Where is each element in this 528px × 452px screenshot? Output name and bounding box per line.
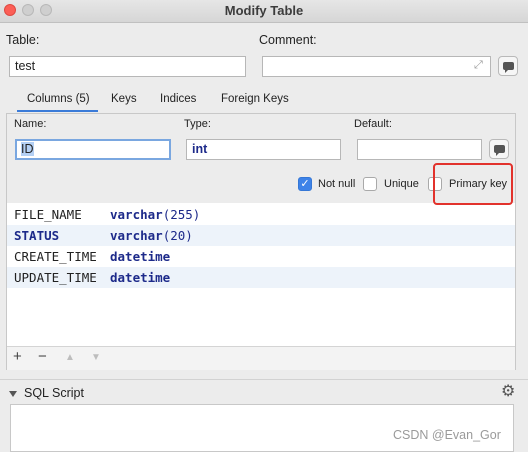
column-name: STATUS [14, 228, 60, 243]
unique-label: Unique [384, 178, 419, 190]
table-row[interactable]: CREATE_TIME datetime [7, 246, 515, 267]
column-name-input[interactable]: ID [15, 139, 171, 160]
column-type: varchar(20) [110, 228, 193, 243]
remove-column-button[interactable]: − [38, 346, 47, 368]
column-name-label: Name: [14, 118, 47, 130]
not-null-label: Not null [318, 178, 356, 190]
tab-foreign-keys[interactable]: Foreign Keys [221, 93, 289, 111]
move-down-button[interactable]: ▼ [91, 347, 101, 369]
column-name: UPDATE_TIME [14, 270, 97, 285]
table-label: Table: [6, 33, 40, 47]
column-name: FILE_NAME [14, 207, 82, 222]
unique-checkbox[interactable] [363, 177, 377, 191]
column-name: CREATE_TIME [14, 249, 97, 264]
section-divider [0, 379, 528, 380]
collapse-triangle-icon[interactable] [9, 391, 17, 397]
not-null-checkbox[interactable]: ✓ [298, 177, 312, 191]
comment-label: Comment: [259, 33, 317, 47]
column-type: datetime [110, 249, 171, 264]
add-column-button[interactable]: + [13, 346, 22, 368]
tab-keys[interactable]: Keys [111, 93, 137, 111]
gear-icon[interactable]: ⚙ [501, 381, 515, 401]
expand-icon[interactable]: ⤢ [474, 60, 483, 71]
column-type-label: Type: [184, 118, 211, 130]
speech-bubble-icon [502, 62, 514, 73]
move-up-button[interactable]: ▲ [65, 347, 75, 369]
column-default-label: Default: [354, 118, 392, 130]
window-title: Modify Table [224, 3, 304, 18]
table-name-input[interactable]: test [9, 56, 246, 77]
comment-editor-button[interactable] [498, 56, 518, 76]
tab-indices[interactable]: Indices [160, 93, 196, 111]
column-default-input[interactable] [357, 139, 482, 160]
comment-input[interactable] [262, 56, 491, 77]
speech-bubble-icon [493, 145, 505, 156]
selected-tab-indicator [17, 110, 98, 112]
column-type: varchar(255) [110, 207, 201, 222]
tab-columns[interactable]: Columns (5) [27, 93, 90, 111]
columns-toolbar [7, 346, 515, 370]
table-row[interactable]: STATUS varchar(20) [7, 225, 515, 246]
sql-script-title[interactable]: SQL Script [24, 386, 84, 400]
default-editor-button[interactable] [489, 139, 509, 159]
column-type-input[interactable]: int [186, 139, 341, 160]
table-row[interactable]: UPDATE_TIME datetime [7, 267, 515, 288]
column-type: datetime [110, 270, 171, 285]
table-row[interactable]: FILE_NAME varchar(255) [7, 204, 515, 225]
column-name-value: ID [21, 142, 34, 156]
primary-key-highlight [433, 163, 513, 205]
watermark: CSDN @Evan_Gor [393, 428, 501, 442]
